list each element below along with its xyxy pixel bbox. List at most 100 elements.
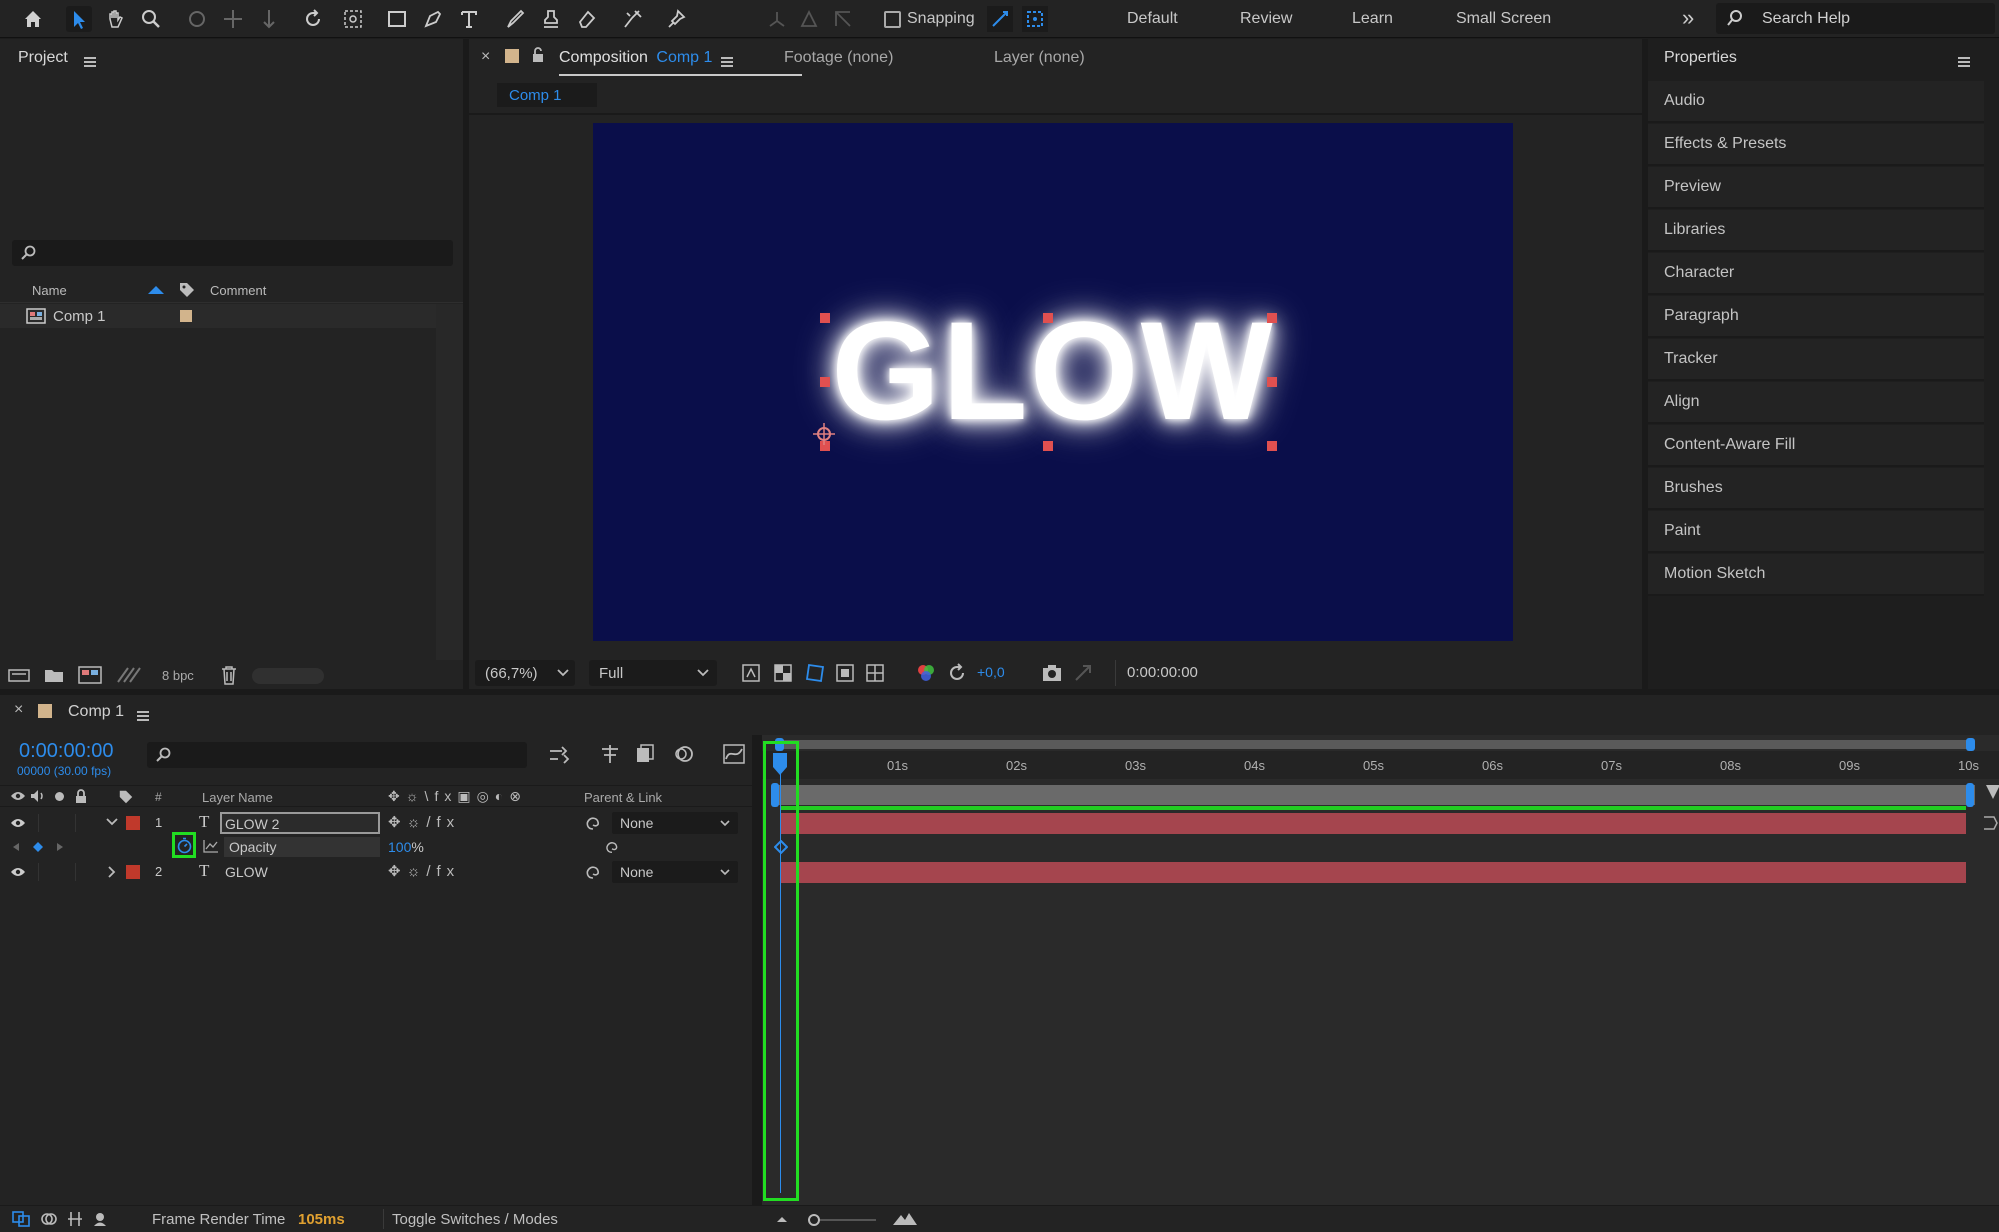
project-settings-icon[interactable] bbox=[116, 666, 142, 684]
panel-effects-presets[interactable]: Effects & Presets bbox=[1648, 124, 1984, 166]
footage-tab[interactable]: Footage (none) bbox=[784, 49, 893, 67]
zoom-tool-icon[interactable] bbox=[138, 6, 164, 32]
puppet-pin-tool-icon[interactable] bbox=[664, 6, 690, 32]
layer-search-input[interactable] bbox=[147, 742, 527, 768]
column-layer-name[interactable]: Layer Name bbox=[202, 790, 273, 805]
timeline-menu-icon[interactable] bbox=[137, 711, 149, 721]
parent-dropdown[interactable]: None bbox=[612, 861, 738, 883]
panel-preview[interactable]: Preview bbox=[1648, 167, 1984, 209]
motion-blur-icon[interactable] bbox=[672, 743, 694, 765]
pick-whip-icon[interactable] bbox=[604, 839, 620, 855]
resolution-dropdown[interactable]: Full bbox=[589, 660, 717, 686]
lock-icon[interactable] bbox=[531, 47, 545, 63]
zoom-slider-track[interactable] bbox=[812, 1219, 876, 1221]
pick-whip-icon[interactable] bbox=[584, 815, 602, 831]
timeline-divider[interactable] bbox=[752, 735, 762, 1205]
column-comment[interactable]: Comment bbox=[210, 283, 266, 298]
properties-menu-icon[interactable] bbox=[1958, 57, 1970, 67]
lock-icon[interactable] bbox=[74, 789, 88, 804]
layer-marker-icon[interactable] bbox=[1982, 815, 1999, 831]
layer-bar-1[interactable] bbox=[780, 813, 1966, 834]
audio-speaker-icon[interactable] bbox=[30, 789, 46, 803]
close-timeline-icon[interactable]: × bbox=[14, 701, 23, 719]
time-navigator[interactable] bbox=[775, 740, 1975, 749]
zoom-in-icon[interactable] bbox=[892, 1211, 918, 1227]
twirl-expanded-icon[interactable] bbox=[106, 818, 118, 826]
layer-tab[interactable]: Layer (none) bbox=[994, 49, 1085, 67]
composition-canvas[interactable]: GLOW bbox=[593, 123, 1513, 641]
trash-icon[interactable] bbox=[220, 665, 238, 685]
new-composition-icon[interactable] bbox=[78, 666, 102, 684]
layer-name-field[interactable]: GLOW 2 bbox=[220, 812, 380, 834]
thumbnail-size-slider[interactable] bbox=[252, 668, 324, 684]
grid-guides-icon[interactable] bbox=[865, 663, 885, 683]
transform-handle[interactable] bbox=[1267, 377, 1277, 387]
magnification-dropdown[interactable]: (66,7%) bbox=[475, 660, 575, 686]
interpret-footage-icon[interactable] bbox=[8, 667, 30, 683]
transform-handle[interactable] bbox=[1267, 313, 1277, 323]
workspace-learn[interactable]: Learn bbox=[1352, 10, 1393, 28]
project-scrollbar[interactable] bbox=[436, 304, 463, 699]
layer-label-color[interactable] bbox=[126, 816, 140, 830]
label-tag-icon[interactable] bbox=[178, 281, 196, 299]
snapshot-camera-icon[interactable] bbox=[1041, 663, 1063, 683]
layer-label-color[interactable] bbox=[126, 865, 140, 879]
draft-3d-icon[interactable] bbox=[598, 743, 622, 765]
workspace-default[interactable]: Default bbox=[1127, 10, 1178, 28]
panel-libraries[interactable]: Libraries bbox=[1648, 210, 1984, 252]
home-icon[interactable] bbox=[20, 6, 46, 32]
anchor-point-icon[interactable] bbox=[811, 421, 837, 447]
reset-exposure-icon[interactable] bbox=[947, 663, 967, 683]
layer-row-2[interactable]: 2 T GLOW ✥☼/fx None bbox=[0, 861, 760, 883]
panel-brushes[interactable]: Brushes bbox=[1648, 468, 1984, 510]
clone-stamp-tool-icon[interactable] bbox=[538, 6, 564, 32]
transfer-controls-toggle-icon[interactable] bbox=[40, 1211, 58, 1227]
roto-brush-tool-icon[interactable] bbox=[620, 6, 646, 32]
work-area-end[interactable] bbox=[1966, 783, 1974, 807]
toggle-switches-modes-button[interactable]: Toggle Switches / Modes bbox=[392, 1211, 558, 1228]
panel-tracker[interactable]: Tracker bbox=[1648, 339, 1984, 381]
snap-edges-icon[interactable] bbox=[987, 6, 1013, 32]
channel-rgb-icon[interactable] bbox=[915, 663, 937, 683]
sort-ascending-icon[interactable] bbox=[148, 286, 164, 294]
workspace-overflow-icon[interactable]: » bbox=[1682, 5, 1694, 31]
snapping-checkbox[interactable] bbox=[884, 11, 901, 28]
transform-handle[interactable] bbox=[820, 313, 830, 323]
opacity-value[interactable]: 100 bbox=[388, 839, 411, 855]
navigator-end-handle[interactable] bbox=[1966, 738, 1975, 751]
transform-handle[interactable] bbox=[1267, 441, 1277, 451]
bit-depth-button[interactable]: 8 bpc bbox=[162, 668, 194, 683]
frame-blending-icon[interactable] bbox=[634, 743, 656, 765]
work-area-bar[interactable] bbox=[775, 785, 1975, 805]
visibility-eye-icon[interactable] bbox=[10, 866, 26, 878]
add-keyframe-icon[interactable] bbox=[32, 841, 44, 853]
prev-keyframe-icon[interactable] bbox=[12, 842, 20, 852]
label-tag-icon[interactable] bbox=[118, 789, 134, 805]
current-time-display[interactable]: 0:00:00:00 bbox=[19, 740, 114, 763]
transform-handle[interactable] bbox=[1043, 313, 1053, 323]
rectangle-tool-icon[interactable] bbox=[384, 6, 410, 32]
layer-switches[interactable]: ✥☼/fx bbox=[388, 813, 460, 831]
twirl-collapsed-icon[interactable] bbox=[108, 866, 116, 878]
panel-align[interactable]: Align bbox=[1648, 382, 1984, 424]
timeline-label-color[interactable] bbox=[38, 704, 52, 718]
layer-switches-toggle-icon[interactable] bbox=[12, 1211, 30, 1227]
transform-handle[interactable] bbox=[1043, 441, 1053, 451]
pick-whip-icon[interactable] bbox=[584, 864, 602, 880]
opacity-value-group[interactable]: 100% bbox=[388, 839, 424, 855]
panel-character[interactable]: Character bbox=[1648, 253, 1984, 295]
comp-label-color[interactable] bbox=[505, 49, 519, 63]
column-name[interactable]: Name bbox=[32, 283, 67, 298]
parent-dropdown[interactable]: None bbox=[612, 812, 738, 834]
video-eye-icon[interactable] bbox=[10, 790, 26, 802]
next-keyframe-icon[interactable] bbox=[56, 842, 64, 852]
composition-menu-icon[interactable] bbox=[721, 57, 733, 67]
panel-content-aware-fill[interactable]: Content-Aware Fill bbox=[1648, 425, 1984, 467]
exposure-value[interactable]: +0,0 bbox=[977, 664, 1005, 680]
mask-visibility-icon[interactable] bbox=[805, 663, 825, 683]
composition-tab[interactable]: Composition Comp 1 bbox=[559, 49, 712, 67]
zoom-out-icon[interactable] bbox=[776, 1214, 788, 1224]
panel-paint[interactable]: Paint bbox=[1648, 511, 1984, 553]
snap-features-icon[interactable] bbox=[1022, 6, 1048, 32]
eraser-tool-icon[interactable] bbox=[574, 6, 600, 32]
